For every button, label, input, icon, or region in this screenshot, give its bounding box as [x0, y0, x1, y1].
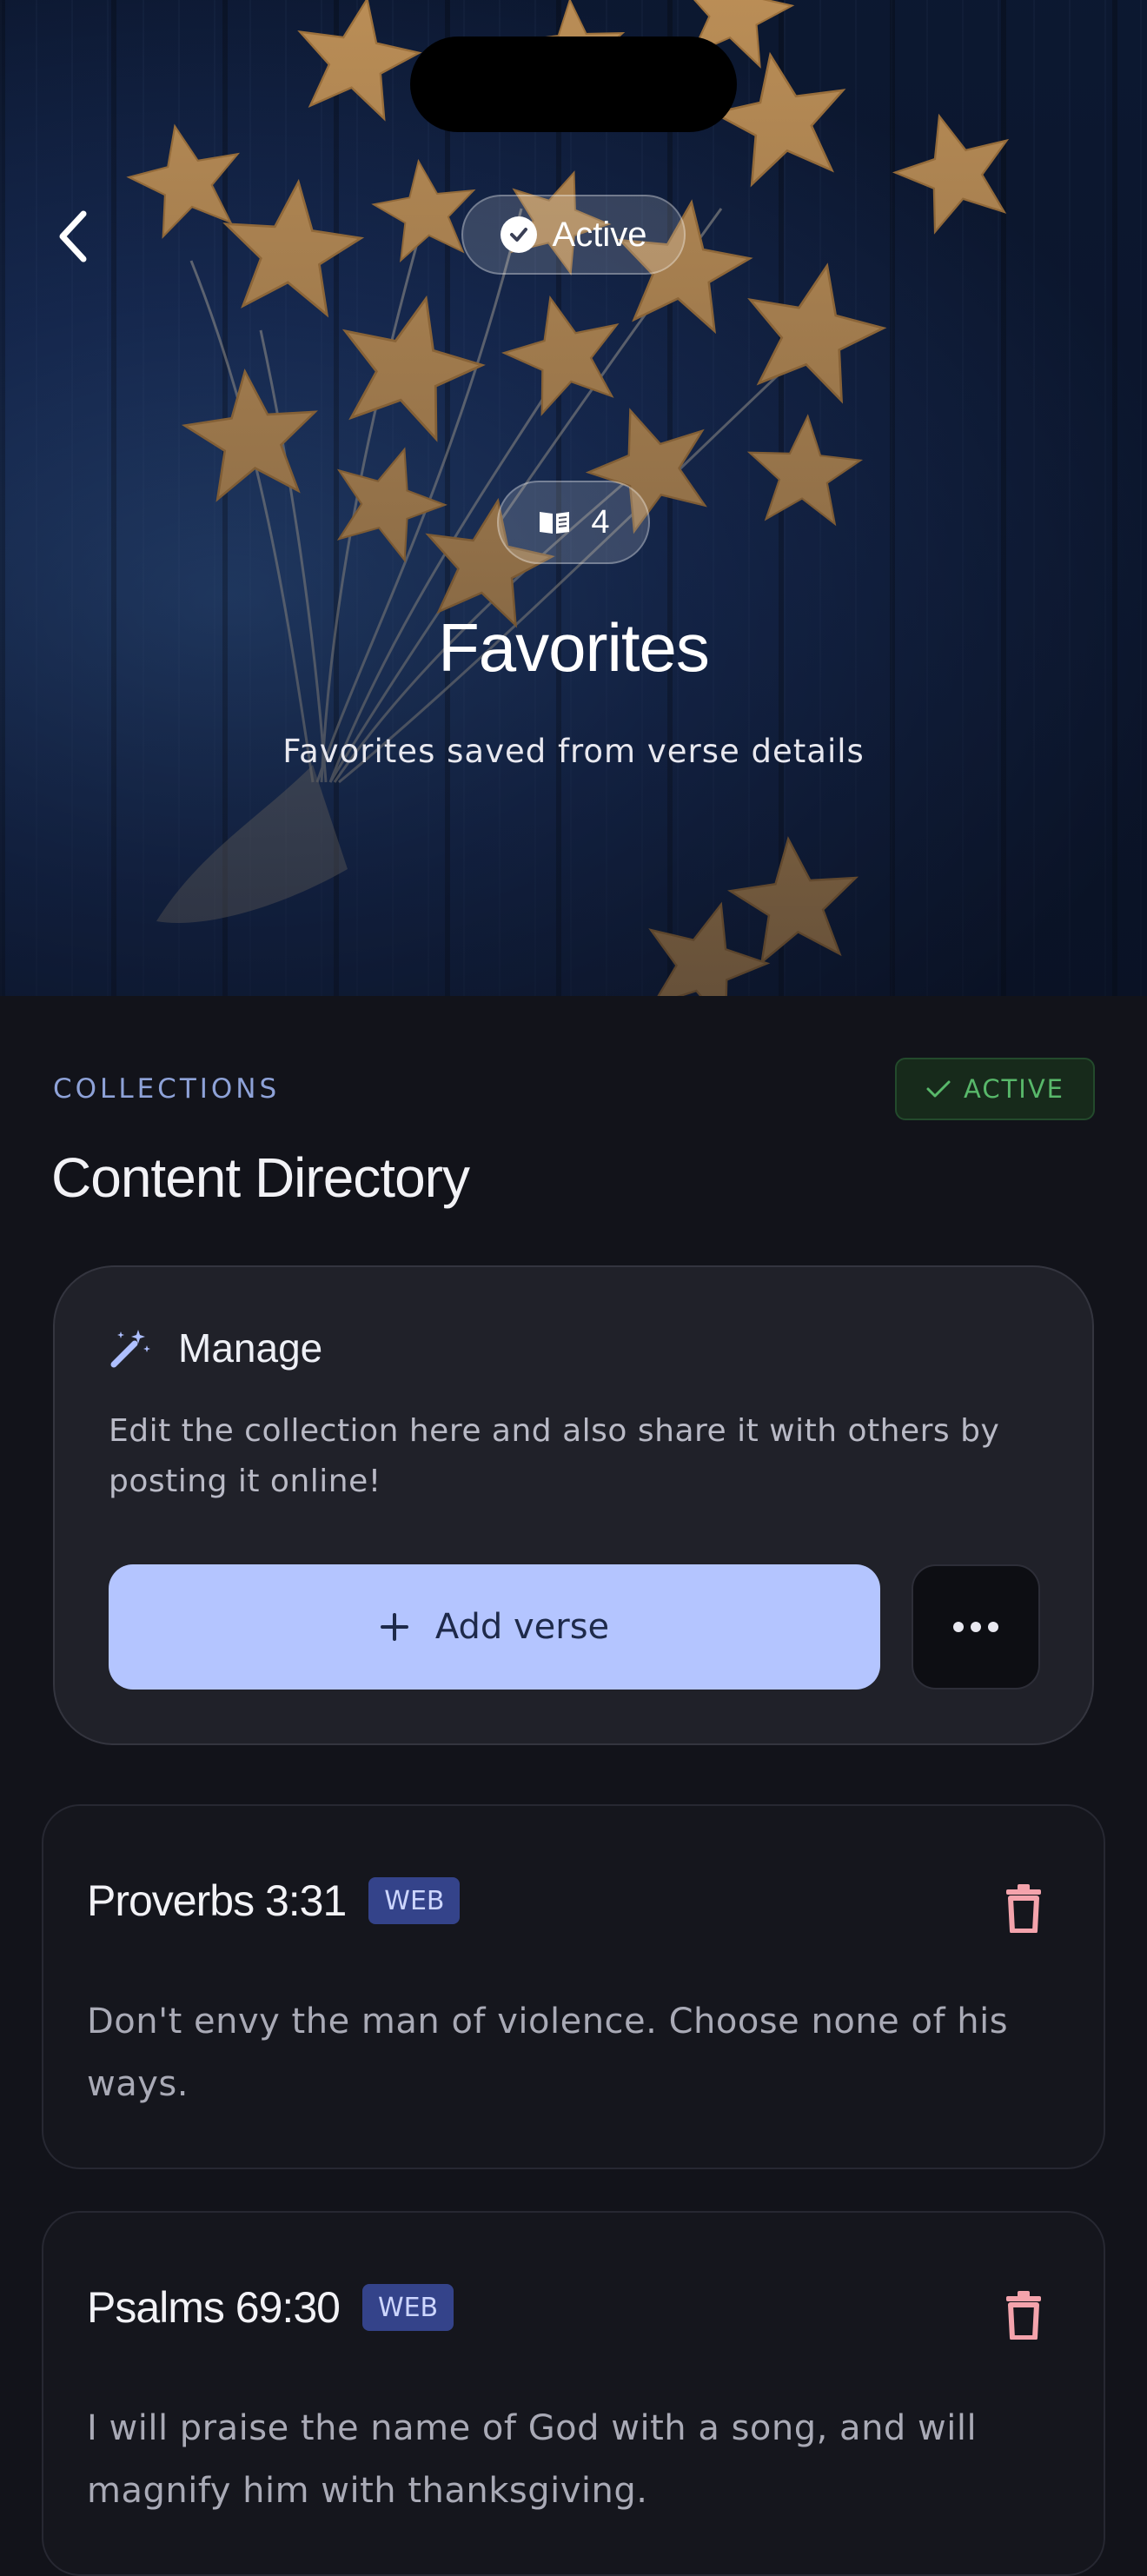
manage-description: Edit the collection here and also share … — [109, 1413, 1000, 1499]
verse-reference: Psalms 69:30 — [87, 2283, 341, 2332]
section-title: Content Directory — [51, 1146, 470, 1209]
more-options-button[interactable] — [912, 1564, 1040, 1690]
delete-verse-button[interactable] — [998, 2287, 1050, 2343]
verse-text: I will praise the name of God with a son… — [87, 2408, 978, 2511]
add-verse-button[interactable]: Add verse — [109, 1564, 880, 1690]
verse-text: Don't envy the man of violence. Choose n… — [87, 2002, 1009, 2104]
check-circle-icon — [500, 216, 537, 253]
status-chip: Active — [461, 195, 686, 275]
back-button[interactable] — [45, 202, 101, 271]
delete-verse-button[interactable] — [998, 1881, 1050, 1936]
collection-subtitle: Favorites saved from verse details — [282, 733, 865, 770]
collection-title: Favorites — [438, 609, 710, 686]
camera-notch — [410, 37, 737, 132]
section-label: COLLECTIONS — [53, 1073, 281, 1105]
more-horizontal-icon — [953, 1622, 998, 1632]
manage-header: Manage — [109, 1325, 322, 1371]
chevron-left-icon — [59, 210, 87, 262]
book-open-icon — [540, 512, 570, 534]
verse-count-chip: 4 — [497, 481, 650, 564]
verse-card[interactable]: Psalms 69:30 WEB I will praise the name … — [42, 2211, 1105, 2576]
verse-header: Proverbs 3:31 WEB — [87, 1876, 461, 1926]
active-badge-label: ACTIVE — [963, 1074, 1064, 1104]
verse-count: 4 — [591, 503, 610, 541]
status-label: Active — [552, 215, 647, 254]
verse-card[interactable]: Proverbs 3:31 WEB Don't envy the man of … — [42, 1804, 1105, 2169]
verse-reference: Proverbs 3:31 — [87, 1876, 347, 1925]
magic-wand-icon — [110, 1330, 150, 1368]
verse-header: Psalms 69:30 WEB — [87, 2282, 454, 2333]
add-verse-label: Add verse — [434, 1607, 610, 1647]
check-icon — [926, 1080, 951, 1098]
trash-icon — [1006, 1884, 1041, 1933]
trash-icon — [1006, 2291, 1041, 2340]
active-status-badge: ACTIVE — [895, 1058, 1095, 1120]
manage-title: Manage — [178, 1325, 323, 1371]
manage-card: Manage Edit the collection here and also… — [53, 1265, 1094, 1745]
version-badge: WEB — [361, 2284, 454, 2331]
plus-icon — [380, 1613, 408, 1641]
version-badge: WEB — [368, 1877, 461, 1924]
